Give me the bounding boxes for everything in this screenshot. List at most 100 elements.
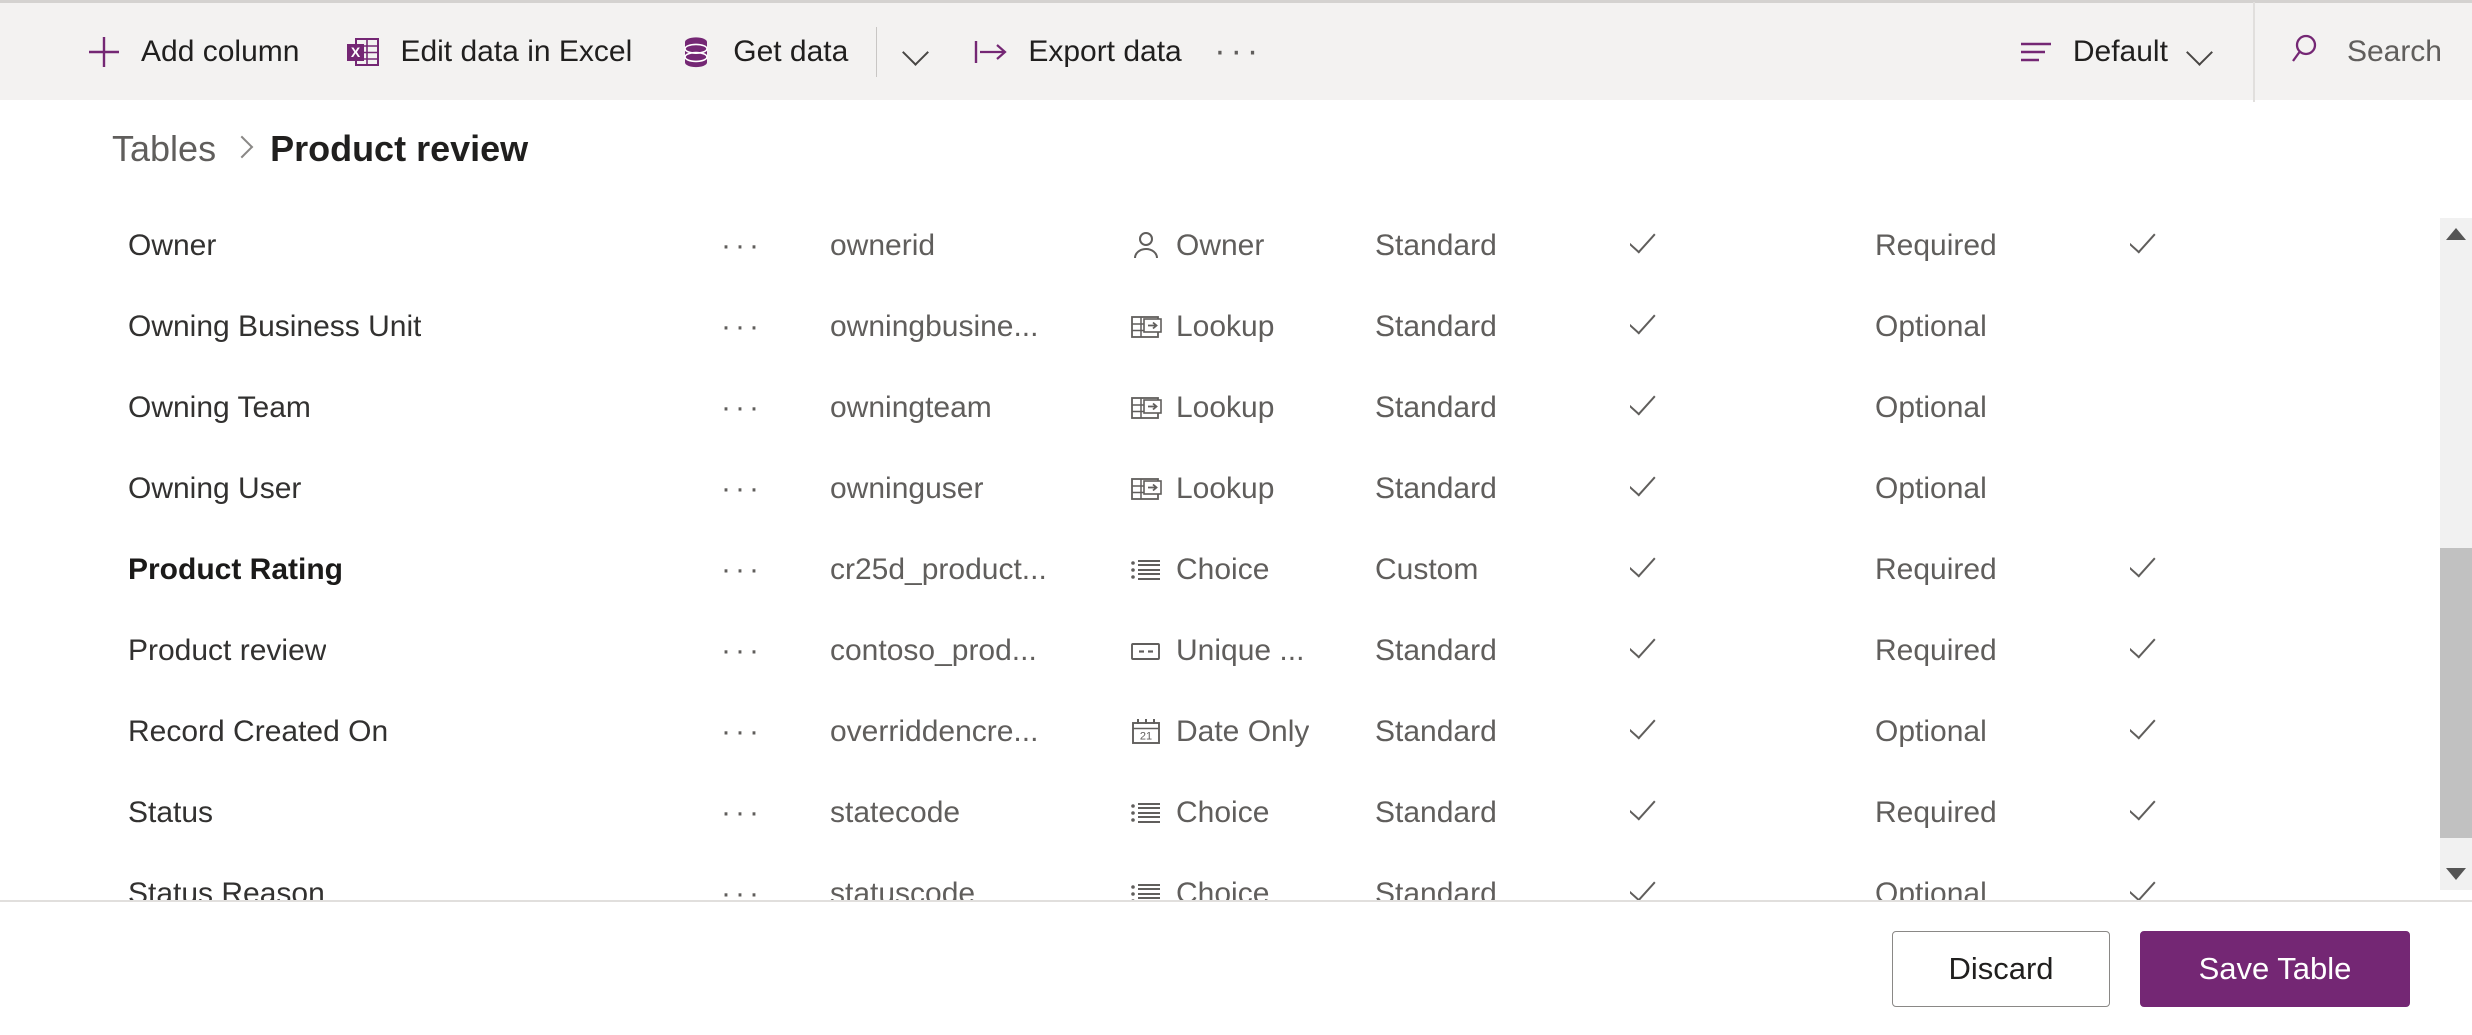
- column-display-name: Product Rating: [128, 552, 343, 586]
- data-type-label: Choice: [1176, 795, 1270, 829]
- table-row[interactable]: Status ··· statecode Choice Standard Required: [0, 772, 2413, 853]
- column-requirement: Required: [1875, 552, 1997, 586]
- column-data-type: Owner: [1128, 228, 1264, 264]
- column-type: Standard: [1375, 390, 1497, 424]
- column-requirement: Optional: [1875, 309, 1987, 343]
- svg-text:X: X: [351, 44, 361, 60]
- column-display-name: Owning User: [128, 471, 302, 505]
- person-icon: [1128, 228, 1164, 264]
- data-type-label: Choice: [1176, 552, 1270, 586]
- view-selector-label: Default: [2072, 34, 2168, 68]
- view-selector-button[interactable]: Default: [1994, 3, 2253, 100]
- column-logical-name: owninguser: [830, 471, 984, 505]
- more-commands-button[interactable]: ···: [1204, 3, 1274, 100]
- column-requirement: Optional: [1875, 390, 1987, 424]
- column-requirement: Optional: [1875, 714, 1987, 748]
- table-row[interactable]: Product review ··· contoso_prod... Unique .…: [0, 610, 2413, 691]
- column-display-name: Status: [128, 795, 214, 829]
- check-icon: [1630, 468, 1664, 502]
- export-icon: [971, 32, 1011, 72]
- column-type: Custom: [1375, 552, 1479, 586]
- row-more-options-button[interactable]: ···: [712, 877, 772, 901]
- column-display-name: Status Reason: [128, 876, 325, 901]
- row-more-options-button[interactable]: ···: [712, 715, 772, 749]
- column-searchable-check: [2130, 549, 2164, 591]
- check-icon: [1630, 792, 1664, 826]
- column-type: Standard: [1375, 876, 1497, 901]
- table-row[interactable]: Owner ··· ownerid Owner Standard Required: [0, 205, 2413, 286]
- view-list-icon: [2016, 32, 2056, 72]
- edit-data-in-excel-button[interactable]: X Edit data in Excel: [321, 3, 654, 100]
- command-bar-left-group: Add column X Edit data in Excel Get data…: [0, 3, 1994, 100]
- table-row[interactable]: Owning User ··· owninguser Lookup Standard Op…: [0, 448, 2413, 529]
- column-logical-name: owningbusine...: [830, 309, 1039, 343]
- chevron-down-icon: [2185, 37, 2215, 67]
- table-row[interactable]: Owning Team ··· owningteam Lookup Standard Op…: [0, 367, 2413, 448]
- column-type: Standard: [1375, 228, 1497, 262]
- table-row[interactable]: Status Reason ··· statuscode Choice Standard…: [0, 853, 2413, 900]
- column-logical-name: contoso_prod...: [830, 633, 1037, 667]
- column-requirement: Optional: [1875, 876, 1987, 901]
- check-icon: [1630, 630, 1664, 664]
- vertical-scrollbar[interactable]: [2440, 218, 2472, 890]
- save-table-button[interactable]: Save Table: [2140, 930, 2410, 1007]
- row-more-options-button[interactable]: ···: [712, 634, 772, 668]
- check-icon: [2130, 711, 2164, 745]
- data-type-label: Choice: [1176, 876, 1270, 901]
- table-designer-page: Add column X Edit data in Excel Get data…: [0, 0, 2472, 1035]
- row-more-options-button[interactable]: ···: [712, 310, 772, 344]
- row-more-options-button[interactable]: ···: [712, 229, 772, 263]
- column-data-type: Unique ...: [1128, 633, 1304, 669]
- row-more-options-button[interactable]: ···: [712, 391, 772, 425]
- get-data-more-button[interactable]: [883, 3, 949, 100]
- page-title: Product review: [270, 128, 529, 169]
- table-row[interactable]: Record Created On ··· overriddencre... 21 Da…: [0, 691, 2413, 772]
- edit-data-in-excel-label: Edit data in Excel: [400, 34, 633, 68]
- row-more-options-button[interactable]: ···: [712, 796, 772, 830]
- discard-button[interactable]: Discard: [1892, 930, 2110, 1007]
- data-type-label: Date Only: [1176, 714, 1310, 748]
- command-bar-right-group: Default Search: [1994, 1, 2472, 102]
- scrollbar-thumb[interactable]: [2440, 548, 2472, 838]
- lookup-icon: [1128, 471, 1164, 507]
- data-type-label: Unique ...: [1176, 633, 1305, 667]
- search-input[interactable]: Search: [2255, 3, 2472, 100]
- column-type: Standard: [1375, 714, 1497, 748]
- check-icon: [2130, 225, 2164, 259]
- get-data-button[interactable]: Get data: [654, 3, 870, 100]
- check-icon: [1630, 549, 1664, 583]
- check-icon: [1630, 306, 1664, 340]
- column-customizable-check: [1630, 225, 1664, 267]
- column-searchable-check: [2130, 225, 2164, 267]
- check-icon: [2130, 630, 2164, 664]
- scroll-up-button[interactable]: [2440, 218, 2472, 250]
- column-searchable-check: [2130, 792, 2164, 834]
- breadcrumb-tables-link[interactable]: Tables: [112, 128, 216, 170]
- column-display-name: Owning Business Unit: [128, 309, 422, 343]
- export-data-button[interactable]: Export data: [949, 3, 1203, 100]
- column-display-name: Owner: [128, 228, 217, 262]
- add-column-button[interactable]: Add column: [62, 3, 321, 100]
- table-row[interactable]: Product Rating ··· cr25d_product... Choice C…: [0, 529, 2413, 610]
- row-more-options-button[interactable]: ···: [712, 553, 772, 587]
- column-customizable-check: [1630, 630, 1664, 672]
- check-icon: [2130, 549, 2164, 583]
- caret-down-icon: [2446, 868, 2466, 880]
- export-data-label: Export data: [1028, 34, 1182, 68]
- table-row[interactable]: Owning Business Unit ··· owningbusine... Lo…: [0, 286, 2413, 367]
- lookup-icon: [1128, 309, 1164, 345]
- column-logical-name: statecode: [830, 795, 961, 829]
- plus-icon: [84, 32, 124, 72]
- column-type: Standard: [1375, 309, 1497, 343]
- scroll-down-button[interactable]: [2440, 858, 2472, 890]
- check-icon: [1630, 711, 1664, 745]
- unique-identifier-icon: [1128, 633, 1164, 669]
- svg-text:21: 21: [1140, 730, 1152, 742]
- choice-icon: [1128, 876, 1164, 900]
- column-data-type: Lookup: [1128, 471, 1274, 507]
- column-customizable-check: [1630, 387, 1664, 429]
- database-icon: [676, 32, 716, 72]
- column-data-type: 21 Date Only: [1128, 714, 1309, 750]
- row-more-options-button[interactable]: ···: [712, 472, 772, 506]
- calendar-icon: 21: [1128, 714, 1164, 750]
